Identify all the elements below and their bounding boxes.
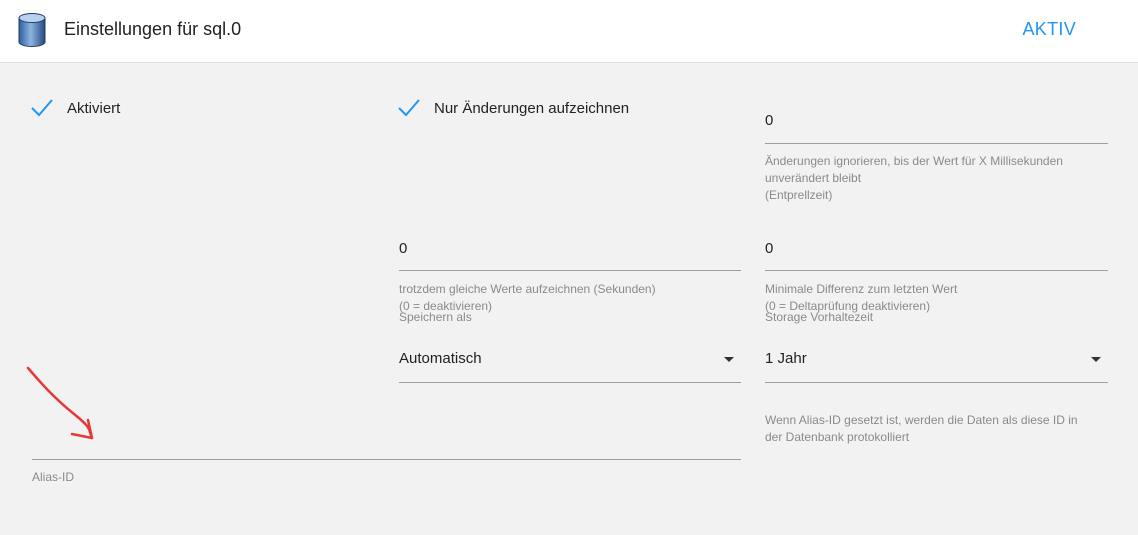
debounce-helper-line-2: unverändert bleibt bbox=[765, 171, 862, 185]
min-difference-input[interactable]: 0 bbox=[765, 240, 773, 257]
store-as-dropdown-arrow-icon[interactable] bbox=[724, 357, 734, 362]
alias-helper-text: Wenn Alias-ID gesetzt ist, werden die Da… bbox=[765, 412, 1078, 446]
debounce-input-underline bbox=[765, 143, 1108, 144]
log-same-values-helper-line-1: trotzdem gleiche Werte aufzeichnen (Seku… bbox=[399, 282, 656, 296]
alias-id-input[interactable] bbox=[32, 430, 741, 458]
retention-dropdown-arrow-icon[interactable] bbox=[1091, 357, 1101, 362]
status-badge[interactable]: AKTIV bbox=[1022, 19, 1076, 40]
database-icon bbox=[18, 13, 46, 47]
alias-helper-line-1: Wenn Alias-ID gesetzt ist, werden die Da… bbox=[765, 413, 1078, 427]
store-as-select[interactable]: Automatisch bbox=[399, 350, 482, 367]
header: Einstellungen für sql.0 AKTIV bbox=[0, 0, 1138, 63]
enabled-checkmark-icon[interactable] bbox=[30, 98, 54, 118]
log-same-values-input[interactable]: 0 bbox=[399, 240, 407, 257]
alias-id-underline bbox=[32, 459, 741, 460]
debounce-helper-line-3: (Entprellzeit) bbox=[765, 188, 833, 202]
store-as-label: Speichern als bbox=[399, 310, 472, 324]
retention-underline bbox=[765, 382, 1108, 383]
retention-label: Storage Vorhaltezeit bbox=[765, 310, 874, 324]
page-title: Einstellungen für sql.0 bbox=[64, 19, 242, 39]
debounce-input[interactable]: 0 bbox=[765, 112, 773, 129]
enabled-checkbox-label[interactable]: Aktiviert bbox=[67, 100, 120, 117]
red-arrow-annotation-icon bbox=[26, 366, 94, 440]
min-difference-helper-line-1: Minimale Differenz zum letzten Wert bbox=[765, 282, 958, 296]
retention-select[interactable]: 1 Jahr bbox=[765, 350, 807, 367]
log-same-values-underline bbox=[399, 270, 741, 271]
debounce-helper-line-1: Änderungen ignorieren, bis der Wert für … bbox=[765, 154, 1063, 168]
min-difference-underline bbox=[765, 270, 1108, 271]
changes-only-checkbox-label[interactable]: Nur Änderungen aufzeichnen bbox=[434, 100, 629, 117]
changes-only-checkmark-icon[interactable] bbox=[397, 98, 421, 118]
alias-id-label: Alias-ID bbox=[32, 470, 75, 484]
debounce-helper-text: Änderungen ignorieren, bis der Wert für … bbox=[765, 153, 1063, 204]
store-as-underline bbox=[399, 382, 741, 383]
alias-helper-line-2: der Datenbank protokolliert bbox=[765, 430, 910, 444]
